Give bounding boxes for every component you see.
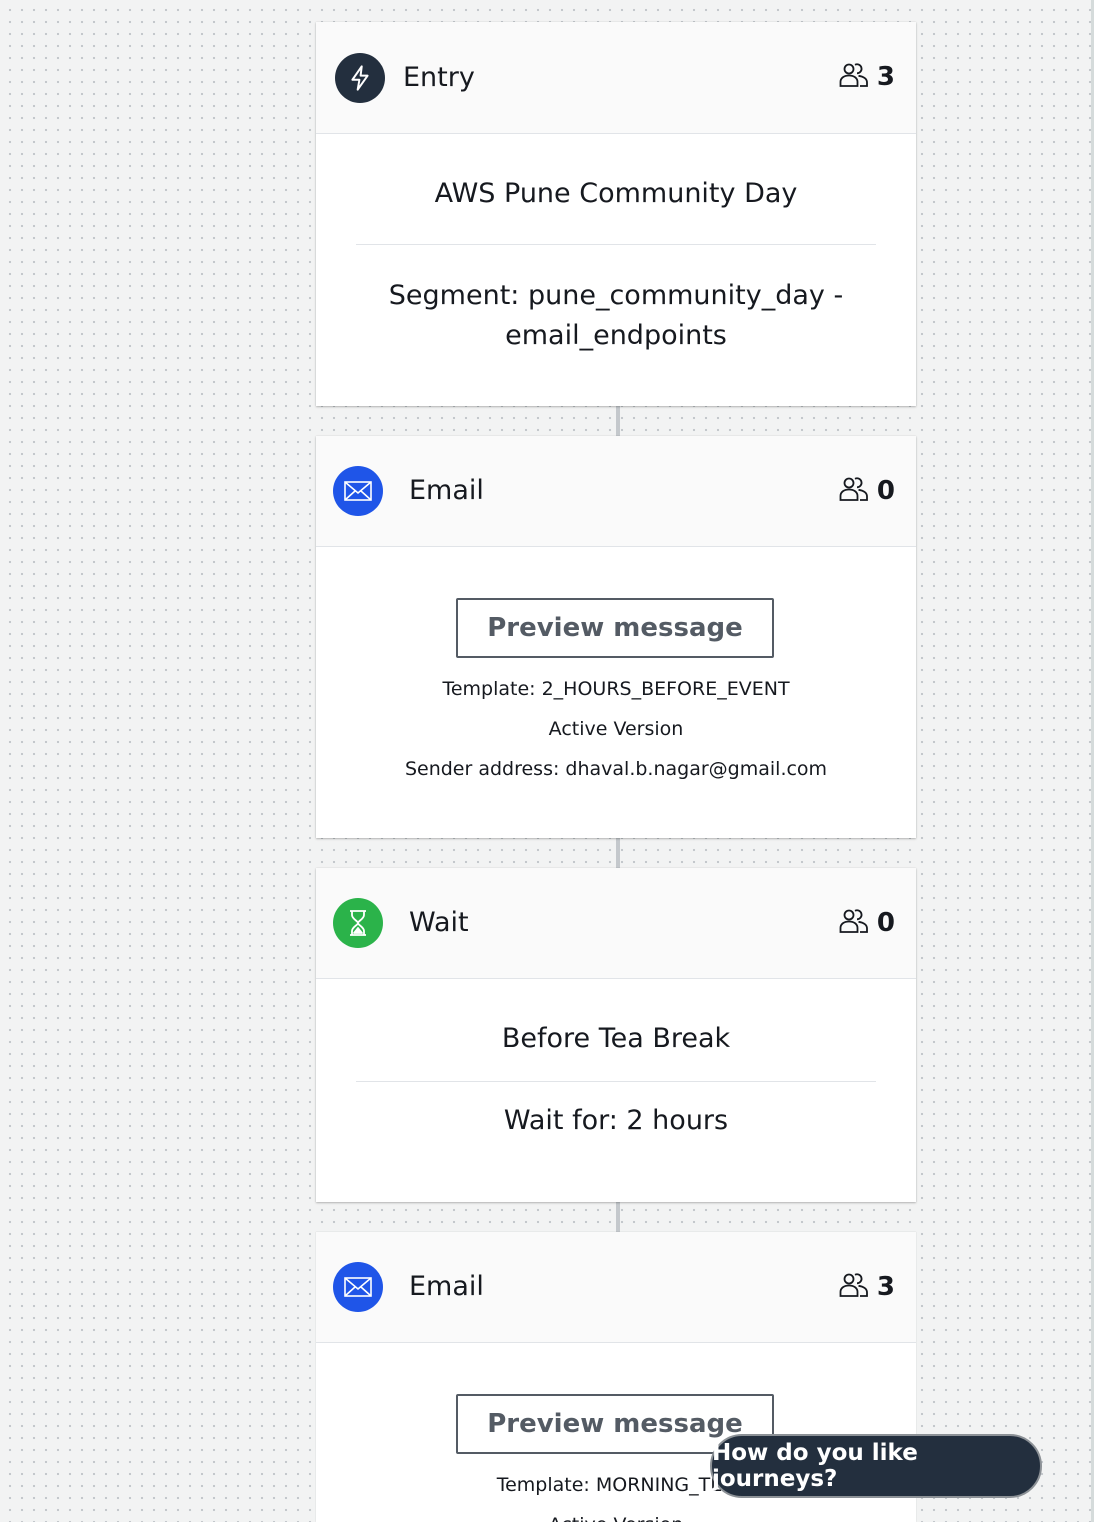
count-value: 3	[876, 62, 895, 92]
people-icon	[839, 476, 869, 506]
connector-line	[616, 838, 620, 868]
card-header: Email 0	[316, 436, 916, 547]
divider	[356, 244, 876, 245]
count-value: 0	[876, 908, 895, 938]
preview-message-button[interactable]: Preview message	[456, 598, 774, 658]
segment-line-2: email_endpoints	[505, 320, 727, 351]
segment-line-1: Segment: pune_community_day -	[388, 280, 844, 311]
card-title: Email	[409, 1271, 484, 1302]
card-title: Email	[409, 475, 484, 506]
lightning-bolt-icon	[335, 53, 385, 103]
wait-duration: Wait for: 2 hours	[503, 1105, 729, 1136]
people-icon	[839, 62, 869, 92]
connector-line	[616, 1202, 620, 1232]
people-icon	[839, 1272, 869, 1302]
card-header: Entry 3	[316, 22, 916, 134]
connector-line	[616, 406, 620, 436]
email-activity-card[interactable]: Email 0 Preview message Template: 2_HOUR…	[316, 436, 916, 838]
participant-count: 3	[839, 1272, 895, 1302]
template-version: Active Version	[548, 718, 684, 740]
wait-name: Before Tea Break	[501, 1023, 731, 1054]
wait-activity-card[interactable]: Wait 0 Before Tea Break Wait for: 2 hour…	[316, 868, 916, 1202]
participant-count: 0	[839, 908, 895, 938]
template-version: Active Version	[316, 1513, 916, 1522]
envelope-icon	[333, 1262, 383, 1312]
card-title: Entry	[403, 62, 475, 93]
envelope-icon	[333, 466, 383, 516]
count-value: 3	[876, 1272, 895, 1302]
hourglass-icon	[333, 898, 383, 948]
sender-address: Sender address: dhaval.b.nagar@gmail.com	[404, 758, 828, 780]
divider	[356, 1081, 876, 1082]
card-header: Wait 0	[316, 868, 916, 979]
people-icon	[839, 908, 869, 938]
template-name: Template: 2_HOURS_BEFORE_EVENT	[442, 678, 790, 700]
card-header: Email 3	[316, 1232, 916, 1343]
entry-activity-card[interactable]: Entry 3 AWS Pune Community Day Segment: …	[316, 22, 916, 406]
card-title: Wait	[409, 907, 469, 938]
participant-count: 3	[839, 62, 895, 92]
participant-count: 0	[839, 476, 895, 506]
journey-name: AWS Pune Community Day	[434, 178, 798, 209]
count-value: 0	[876, 476, 895, 506]
feedback-button[interactable]: How do you like journeys?	[710, 1434, 1042, 1498]
